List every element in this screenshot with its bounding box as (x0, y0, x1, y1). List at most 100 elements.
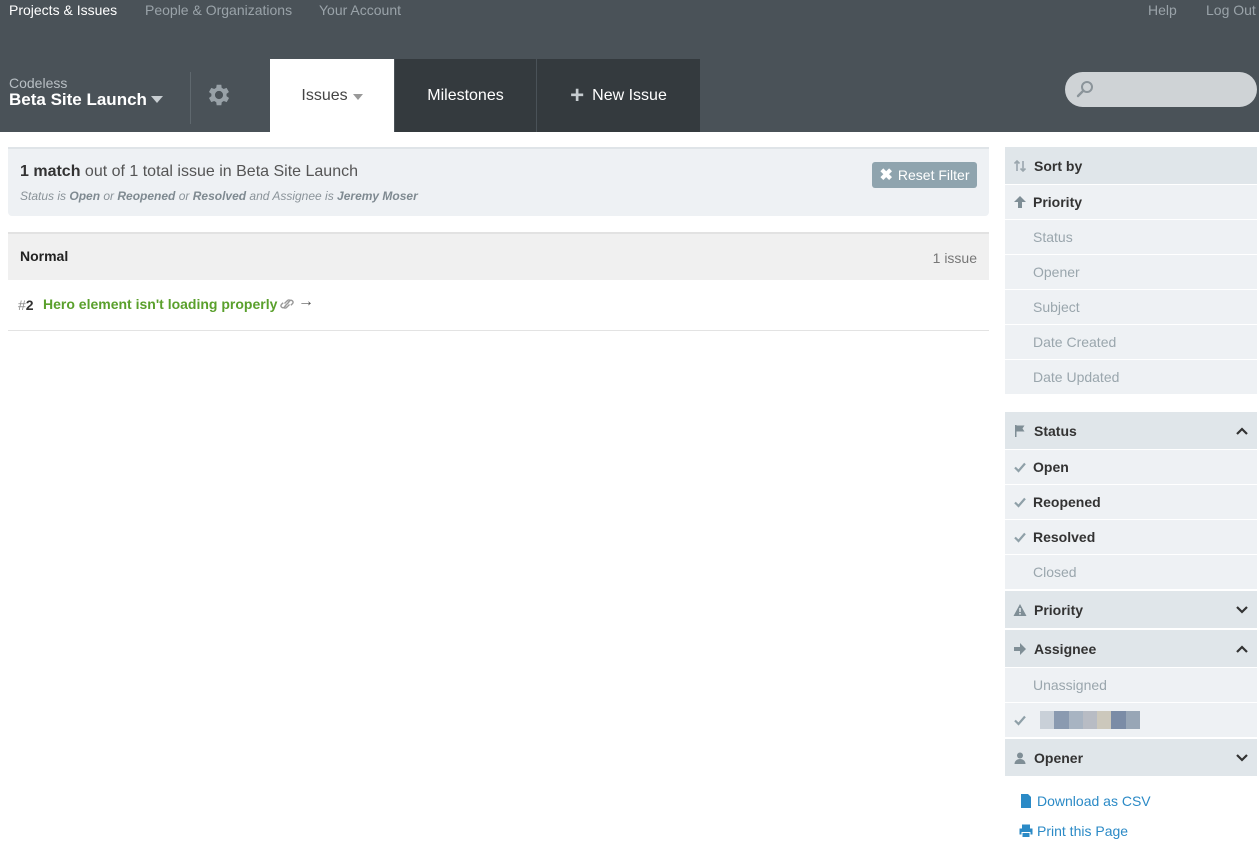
warning-icon (1013, 603, 1027, 616)
printer-icon (1019, 824, 1033, 838)
check-icon (1014, 532, 1026, 543)
table-row: #2 Hero element isn't loading properly → (8, 281, 989, 331)
sort-option-label: Priority (1033, 194, 1083, 210)
filter-summary: 1 match out of 1 total issue in Beta Sit… (8, 147, 989, 216)
issue-title-link[interactable]: Hero element isn't loading properly (43, 296, 277, 312)
chevron-down-icon (1236, 753, 1248, 762)
caret-down-icon (352, 93, 363, 100)
sidebar-assignee-label: Assignee (1034, 640, 1097, 657)
filter-desc-text: and Assignee is (246, 189, 338, 203)
tab-issues-label: Issues (301, 86, 348, 104)
sort-icon (1013, 159, 1027, 172)
redacted-assignee-name (1040, 711, 1140, 729)
close-icon: ✖ (879, 167, 893, 184)
project-title: Beta Site Launch (9, 90, 147, 109)
download-csv-label: Download as CSV (1037, 793, 1151, 809)
nav-people-organizations[interactable]: People & Organizations (145, 2, 292, 18)
sort-option-priority[interactable]: Priority (1005, 185, 1257, 220)
assignee-option-label: Unassigned (1033, 677, 1107, 693)
match-rest: out of 1 total issue in Beta Site Launch (80, 163, 358, 180)
issue-group-header: Normal 1 issue (8, 232, 989, 280)
check-icon (1014, 462, 1026, 473)
sidebar-opener-label: Opener (1034, 749, 1084, 766)
issue-hash: # (18, 297, 26, 313)
chevron-up-icon (1236, 426, 1248, 435)
sort-option-subject[interactable]: Subject (1005, 290, 1257, 325)
sidebar-assignee-header[interactable]: Assignee (1005, 630, 1257, 668)
project-switcher[interactable]: Beta Site Launch (9, 90, 163, 110)
new-issue-button[interactable]: + New Issue (537, 59, 700, 132)
gear-icon[interactable] (205, 81, 233, 109)
group-count: 1 issue (932, 250, 977, 266)
filter-desc-value: Reopened (117, 189, 176, 203)
app-header: Projects & Issues People & Organizations… (0, 0, 1259, 132)
nav-your-account[interactable]: Your Account (319, 2, 401, 18)
arrow-up-icon (1014, 196, 1026, 208)
status-option-label: Resolved (1033, 529, 1096, 545)
filter-desc-value: Resolved (192, 189, 247, 203)
sort-option-label: Status (1033, 229, 1073, 245)
sidebar-sort-label: Sort by (1034, 157, 1083, 174)
nav-projects-issues[interactable]: Projects & Issues (9, 2, 117, 18)
nav-help[interactable]: Help (1148, 2, 1177, 18)
filter-desc-value: Open (69, 189, 101, 203)
issue-number: #2 (18, 297, 34, 313)
arrow-right-icon (1014, 642, 1026, 655)
header-divider (190, 72, 191, 124)
sidebar-status-header[interactable]: Status (1005, 412, 1257, 450)
group-name: Normal (20, 248, 69, 264)
sort-option-label: Opener (1033, 264, 1080, 280)
file-icon (1021, 794, 1031, 808)
filter-desc-text: Status is (20, 189, 70, 203)
sidebar-priority-header[interactable]: Priority (1005, 591, 1257, 629)
filter-desc-text: or (100, 189, 118, 203)
issue-number-value: 2 (25, 297, 34, 313)
nav-logout[interactable]: Log Out (1206, 2, 1256, 18)
flag-icon (1015, 424, 1025, 437)
download-csv-link[interactable]: Download as CSV (1019, 793, 1151, 809)
print-page-link[interactable]: Print this Page (1019, 823, 1128, 839)
chevron-down-icon (1236, 605, 1248, 614)
sort-option-opener[interactable]: Opener (1005, 255, 1257, 290)
link-icon[interactable] (280, 297, 294, 311)
status-option-label: Reopened (1033, 494, 1101, 510)
status-option-open[interactable]: Open (1005, 450, 1257, 485)
status-option-reopened[interactable]: Reopened (1005, 485, 1257, 520)
tab-issues[interactable]: Issues (270, 59, 394, 132)
arrow-right-icon[interactable]: → (298, 293, 314, 311)
status-option-closed[interactable]: Closed (1005, 555, 1257, 590)
new-issue-label: New Issue (592, 86, 667, 104)
status-option-label: Closed (1033, 564, 1077, 580)
sort-option-date-created[interactable]: Date Created (1005, 325, 1257, 360)
assignee-option-unassigned[interactable]: Unassigned (1005, 668, 1257, 703)
sidebar-sort-header: Sort by (1005, 147, 1257, 185)
match-strong: 1 match (20, 163, 81, 180)
sort-option-date-updated[interactable]: Date Updated (1005, 360, 1257, 395)
search-icon (1076, 80, 1094, 98)
sort-option-label: Date Created (1033, 334, 1117, 350)
tab-milestones[interactable]: Milestones (395, 59, 536, 132)
user-icon (1014, 752, 1026, 764)
sidebar-status-label: Status (1034, 422, 1077, 439)
project-organization: Codeless (9, 75, 68, 91)
sort-option-status[interactable]: Status (1005, 220, 1257, 255)
sidebar-priority-label: Priority (1034, 601, 1084, 618)
status-option-resolved[interactable]: Resolved (1005, 520, 1257, 555)
caret-down-icon (150, 95, 163, 103)
plus-icon: + (570, 81, 585, 109)
reset-filter-label: Reset Filter (897, 167, 970, 183)
filter-desc-value: Jeremy Moser (337, 189, 418, 203)
sort-option-label: Date Updated (1033, 369, 1120, 385)
sort-option-label: Subject (1033, 299, 1080, 315)
reset-filter-button[interactable]: ✖ Reset Filter (872, 162, 977, 188)
chevron-up-icon (1236, 644, 1248, 653)
print-page-label: Print this Page (1037, 823, 1129, 839)
assignee-option-selected[interactable] (1005, 703, 1257, 738)
filter-description: Status is Open or Reopened or Resolved a… (20, 189, 418, 203)
status-option-label: Open (1033, 459, 1069, 475)
check-icon (1014, 497, 1026, 508)
check-icon (1014, 715, 1026, 726)
sidebar-opener-header[interactable]: Opener (1005, 739, 1257, 777)
match-count: 1 match out of 1 total issue in Beta Sit… (20, 163, 358, 181)
filter-desc-text: or (175, 189, 193, 203)
